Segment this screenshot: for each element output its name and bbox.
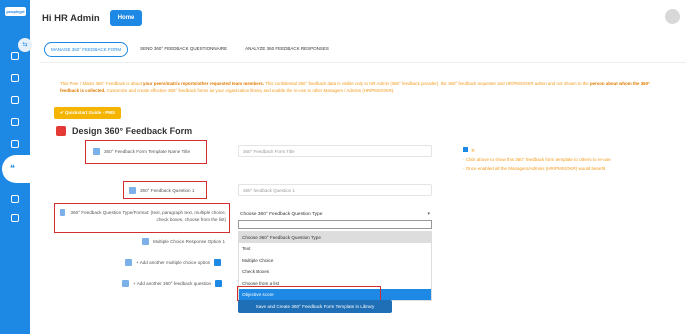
goals-icon[interactable] <box>11 74 19 82</box>
chevron-down-icon: ▾ <box>427 211 430 217</box>
mc-option-row: Multiple Choice Response Option 1 <box>142 238 225 245</box>
share-icon: ✲ <box>471 148 475 153</box>
dashboard-icon[interactable] <box>11 52 19 60</box>
save-template-button[interactable]: Save and Create 360° Feedback Form Templ… <box>238 300 392 313</box>
home-button[interactable]: Home <box>109 10 143 26</box>
mc-option-label: Multiple Choice Response Option 1 <box>153 239 226 244</box>
topbar: Hi HR Admin Home <box>42 8 143 28</box>
sidebar-item-feedback[interactable]: ❝ <box>2 155 30 183</box>
add-option-icon <box>125 259 132 266</box>
dropdown-option-text[interactable]: Text <box>239 243 431 254</box>
quickstart-guide-button[interactable]: ✔ Quickstart Guide - PMS <box>54 107 122 119</box>
template-name-label: 360° Feedback Form Template Name Title <box>104 149 191 154</box>
add-question-label[interactable]: + Add another 360° feedback question <box>133 281 211 286</box>
question-type-search-input[interactable] <box>238 220 432 229</box>
info-banner: This Peer / Matrix 360° Feedback is abou… <box>60 80 670 94</box>
question-type-selected: Choose 360° Feedback Question Type <box>240 212 323 217</box>
tab-manage-feedback-form[interactable]: MANAGE 360° FEEDBACK FORM <box>44 42 129 57</box>
plus-icon[interactable] <box>214 259 222 266</box>
question-1-label: 360° Feedback Question 1 <box>140 188 195 193</box>
quickstart-label: Quickstart Guide - PMS <box>65 110 116 115</box>
calendar-icon[interactable] <box>11 140 19 148</box>
share-toggle-row: ✲ <box>463 146 611 155</box>
info-bold-a: your peers/matrix reports/other requeste… <box>143 81 265 86</box>
question-1-row: 360° Feedback Question 1 <box>129 187 194 194</box>
section-title: Design 360° Feedback Form <box>56 126 192 136</box>
main-panel: ⇆ Hi HR Admin Home MANAGE 360° FEEDBACK … <box>18 0 696 334</box>
settings-icon[interactable] <box>11 195 19 203</box>
tab-bar: MANAGE 360° FEEDBACK FORM SEND 360° FEED… <box>44 42 335 57</box>
dropdown-option-check-boxes[interactable]: Check Boxes <box>239 266 431 277</box>
feedback-icon: ❝ <box>10 163 15 173</box>
library-icon[interactable] <box>11 214 19 222</box>
share-note-1: - Click above to show this 360° feedback… <box>463 157 611 162</box>
share-note-2: - Once enabled all the Managers/Admins (… <box>463 166 606 171</box>
template-name-row: 360° Feedback Form Template Name Title <box>93 148 190 155</box>
divider <box>40 62 686 63</box>
option-icon <box>142 238 149 245</box>
add-mc-row[interactable]: + Add another multiple choice option <box>125 259 222 266</box>
section-title-text: Design 360° Feedback Form <box>72 126 193 136</box>
dropdown-option-multiple-choice[interactable]: Multiple Choice <box>239 255 431 266</box>
add-question-row[interactable]: + Add another 360° feedback question <box>122 280 223 287</box>
list-icon <box>60 209 65 216</box>
tab-analyze-responses[interactable]: ANALYZE 360 FEEDBACK RESPONSES <box>239 42 335 57</box>
question-type-row: 360° Feedback Question Type/Format: (tex… <box>60 209 226 223</box>
question-icon <box>129 187 136 194</box>
question-type-select[interactable]: Choose 360° Feedback Question Type ▾ <box>238 210 433 219</box>
app-logo: peoplegrt <box>5 7 26 16</box>
info-text-b: This confidential 360° feedback data is … <box>264 81 590 86</box>
template-name-input[interactable]: 360° Feedback Form Title <box>238 145 432 157</box>
share-notes: ✲ - Click above to show this 360° feedba… <box>463 146 611 173</box>
form-title-icon <box>93 148 100 155</box>
question-1-input[interactable]: 360° feedback Question 1 <box>238 184 432 196</box>
collapse-sidebar-icon[interactable]: ⇆ <box>18 38 32 52</box>
add-mc-label[interactable]: + Add another multiple choice option <box>136 260 210 265</box>
highlight-objective-score <box>237 286 381 301</box>
add-question-icon <box>122 280 129 287</box>
dropdown-option-placeholder[interactable]: Choose 360° Feedback Question Type <box>239 232 431 244</box>
info-text-a: This Peer / Matrix 360° Feedback is abou… <box>60 81 144 86</box>
plus-icon[interactable] <box>215 280 223 287</box>
info-text-c: Customize and create effective 360° feed… <box>105 88 395 93</box>
reports-icon[interactable] <box>11 118 19 126</box>
avatar[interactable] <box>665 9 680 24</box>
tab-send-questionnaire[interactable]: SEND 360° FEEDBACK QUESTIONNAIRE <box>134 42 233 57</box>
template-name-placeholder: 360° Feedback Form Title <box>243 149 295 154</box>
question-type-label: 360° Feedback Question Type/Format: (tex… <box>70 210 226 222</box>
greeting-title: Hi HR Admin <box>42 12 100 24</box>
feedback-form-icon <box>56 126 66 136</box>
question-1-placeholder: 360° feedback Question 1 <box>243 188 295 193</box>
team-icon[interactable] <box>11 96 19 104</box>
share-checkbox[interactable] <box>463 147 468 152</box>
